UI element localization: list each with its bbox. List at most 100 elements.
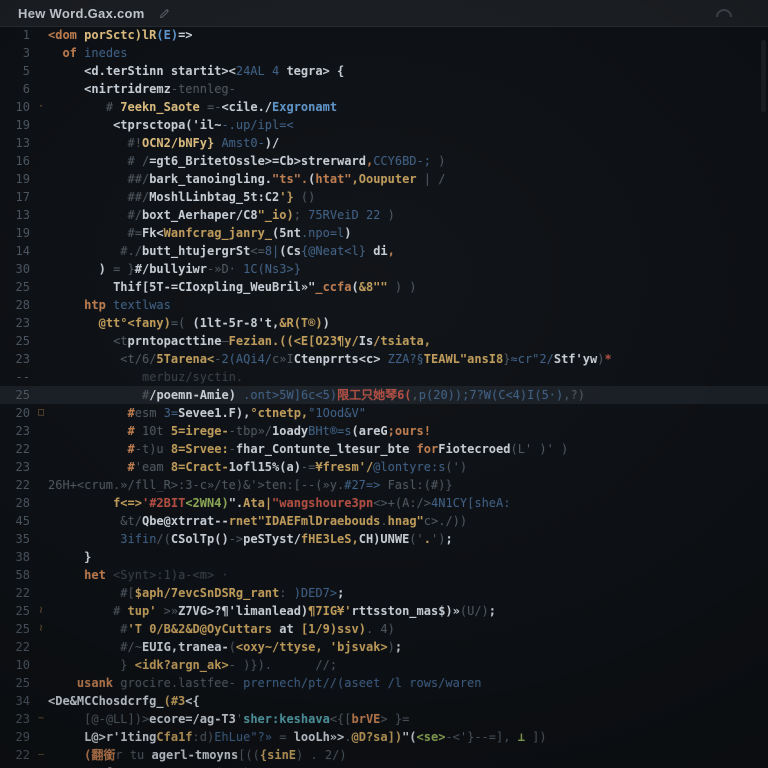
code-line[interactable]: 45&t/Qbe@xtrrat--rnet"IDAEFmlDraebouds.h… (0, 512, 768, 530)
code-line[interactable]: 22#/~EUIG,tranea-(<oxy~/ttyse, 'bjsvak>)… (0, 638, 768, 656)
code-line[interactable]: 20□#esm 3=Sevee1.F),°ctnetp,°1Ood&V" (0, 404, 768, 422)
line-number[interactable]: 22 (0, 746, 30, 764)
code-line[interactable]: 25#/poemn-Amie) .ont>5W]6c<5)限工只她琴6(,p(2… (0, 386, 768, 404)
code-line[interactable]: 6<nirtridremz-tennleg- (0, 80, 768, 98)
code-line[interactable]: 13#!OCN2/bNFy} Amst0-)/ (0, 134, 768, 152)
code-line[interactable]: 23# 10t 5=irege--tbp»/1oadyBHt®=s(areG;o… (0, 422, 768, 440)
code-line[interactable]: 19#=Fk<Wanfcrag_janry_(5nt.npo=l) (0, 224, 768, 242)
code-line[interactable]: 22#[$aph/7evcSnDSRg_rant: )DED7>; (0, 584, 768, 602)
code-line[interactable]: 25≀#'T 0/B&2&D@OyCuttars at [1/9)ssv). 4… (0, 620, 768, 638)
code-line[interactable]: 2226H+<crum.»/fll_R>:3-c»/te)&'>ten:[--(… (0, 476, 768, 494)
line-number[interactable]: 22 (0, 440, 30, 458)
line-number[interactable]: 14 (0, 242, 30, 260)
line-number[interactable]: 28 (0, 296, 30, 314)
line-number[interactable]: 19 (0, 170, 30, 188)
code-line[interactable]: --merbuz/syctin. (0, 368, 768, 386)
code-line[interactable]: 13#/boxt_Aerhaper/C8"_io); 75RVeiD 22 ) (0, 206, 768, 224)
code-line[interactable]: 34<De&MCChosdcrfg_(#3<{ (0, 692, 768, 710)
line-number[interactable]: 17 (0, 188, 30, 206)
code-line[interactable]: 22—(翻銜r tu agerl-tmoyns[(({sinE) . 2/) (0, 746, 768, 764)
line-number[interactable]: 5 (0, 62, 30, 80)
code-line[interactable]: 23~[@-@LL])>ecore=/ag-T3'sher:keshava<{[… (0, 710, 768, 728)
line-number[interactable]: 19 (0, 116, 30, 134)
line-number[interactable]: 3 (0, 44, 30, 62)
code-line[interactable]: 38} (0, 548, 768, 566)
line-number[interactable]: 28 (0, 494, 30, 512)
line-number[interactable]: 25 (0, 386, 30, 404)
line-number[interactable]: 58 (0, 566, 30, 584)
code-editor[interactable]: 1<dom porSctc)lR(E)=>3of inedes5<d.terSt… (0, 26, 768, 768)
line-number[interactable]: 1 (0, 26, 30, 44)
code-line[interactable]: 25Thif[5T-=CIoxpling_WeuBril»"_ccfa(&8""… (0, 278, 768, 296)
code-line[interactable]: 29L@>r'1tingCfa1f:d)EhLue"?» = looLh»>.@… (0, 728, 768, 746)
line-number[interactable]: 13 (0, 206, 30, 224)
code-line[interactable]: 58het <Synt>:1)a-<m> · (0, 566, 768, 584)
code-line[interactable]: 25usank grocire.lastfee- prernech/pt//(a… (0, 674, 768, 692)
line-number[interactable]: 45 (0, 512, 30, 530)
line-number[interactable]: 34 (0, 692, 30, 710)
code-token: = } (113, 262, 135, 276)
line-number[interactable]: 35 (0, 530, 30, 548)
code-line[interactable]: 19##/bark_tanoingling."ts".(htat",Oouput… (0, 170, 768, 188)
code-line[interactable]: /T&[t>-/ag-3'teos:(avE) 4· (0, 764, 768, 768)
code-line[interactable]: 3of inedes (0, 44, 768, 62)
line-number[interactable]: 23 (0, 350, 30, 368)
code-line[interactable]: 30) = }#/bullyiwr-»D· 1C(Ns3>} (0, 260, 768, 278)
code-text: #-t)u 8=Srvee:-fhar_Contunte_ltesur_bte … (128, 440, 569, 458)
line-number[interactable]: 10 (0, 656, 30, 674)
line-number[interactable]: 25 (0, 602, 30, 620)
line-number[interactable]: 6 (0, 80, 30, 98)
pencil-icon[interactable] (159, 8, 170, 19)
line-number[interactable]: 25 (0, 278, 30, 296)
code-line[interactable]: 23@tt°<fany)=( (1lt-5r-8't,&R(T®)) (0, 314, 768, 332)
scrollbar-thumb[interactable] (761, 40, 766, 112)
line-number[interactable]: 20 (0, 404, 30, 422)
code-line[interactable]: 25≀# tup' >»Z7VG>?¶'limanlead)¶7IG¥'rtts… (0, 602, 768, 620)
code-line[interactable]: 16# /=gt6_BritetOssle>=Cb>strerward,CCY6… (0, 152, 768, 170)
code-line[interactable]: 23#'eam 8=Cract-1ofl15%(a)-=¥fresm'/@lon… (0, 458, 768, 476)
code-line[interactable]: 1<dom porSctc)lR(E)=> (0, 26, 768, 44)
line-number[interactable]: 23 (0, 314, 30, 332)
line-number[interactable]: 22 (0, 584, 30, 602)
code-line[interactable]: 35 3ifin/(CSolTp()->peSTyst/fHE3LeS,CH)UN… (0, 530, 768, 548)
code-line[interactable]: 17##/MoshlLinbtag_5t:C2'} () (0, 188, 768, 206)
gutter-mark-icon: ≀ (34, 620, 48, 638)
line-number[interactable]: 16 (0, 152, 30, 170)
line-number[interactable]: 25 (0, 332, 30, 350)
code-line[interactable]: 10} <idk?argn_ak>- )}). //; (0, 656, 768, 674)
code-text: 3ifin/(CSolTp()->peSTyst/fHE3LeS,CH)UNWE… (120, 530, 452, 548)
line-number[interactable]: 23 (0, 422, 30, 440)
line-number[interactable]: 23 (0, 458, 30, 476)
code-token: Fezian.((<E[O23¶y/ (229, 334, 359, 348)
code-token: 3ifin (120, 532, 156, 546)
line-number[interactable]: 22 (0, 638, 30, 656)
code-line[interactable]: 19<tprsctopa('il~-.up/ipl=< (0, 116, 768, 134)
code-token: ) (323, 316, 330, 330)
code-line[interactable]: 10·# 7eekn_Saote =-<cile./Exgronamt (0, 98, 768, 116)
line-number[interactable]: 22 (0, 476, 30, 494)
line-number[interactable]: 23 (0, 710, 30, 728)
line-number[interactable]: 29 (0, 728, 30, 746)
code-token: .ont>5W]6c<5) (236, 388, 337, 402)
code-line[interactable]: 22 #-t)u 8=Srvee:-fhar_Contunte_ltesur_bt… (0, 440, 768, 458)
code-token: {@Neat<l} (301, 244, 366, 258)
code-token: # (128, 424, 135, 438)
code-line[interactable]: 23<t/6/5Tarena<-2(AQi4/c»ICtenprrts<c> Z… (0, 350, 768, 368)
line-number[interactable]: 25 (0, 620, 30, 638)
line-number[interactable]: 10 (0, 98, 30, 116)
code-line[interactable]: 14#./butt_htujergrSt<=8|(Cs{@Neat<l} di, (0, 242, 768, 260)
code-token: > }= (380, 712, 409, 726)
line-number[interactable]: 30 (0, 260, 30, 278)
line-number[interactable]: 19 (0, 224, 30, 242)
line-number[interactable]: 38 (0, 548, 30, 566)
code-line[interactable]: 28f<=>'#2BIT<2WN4)".Ata|"wangshoure3pn<>… (0, 494, 768, 512)
code-token: . (344, 730, 351, 744)
code-line[interactable]: 5<d.terStinn startit><24AL 4 tegra> { (0, 62, 768, 80)
code-token: <>+(A:/> (373, 496, 431, 510)
arc-icon[interactable] (716, 9, 732, 17)
line-number[interactable]: 25 (0, 674, 30, 692)
code-line[interactable]: 25<tprntopacttine—Fezian.((<E[O23¶y/Is/t… (0, 332, 768, 350)
code-line[interactable]: 28htp textlwas (0, 296, 768, 314)
line-number[interactable]: -- (0, 368, 30, 386)
line-number[interactable]: 13 (0, 134, 30, 152)
